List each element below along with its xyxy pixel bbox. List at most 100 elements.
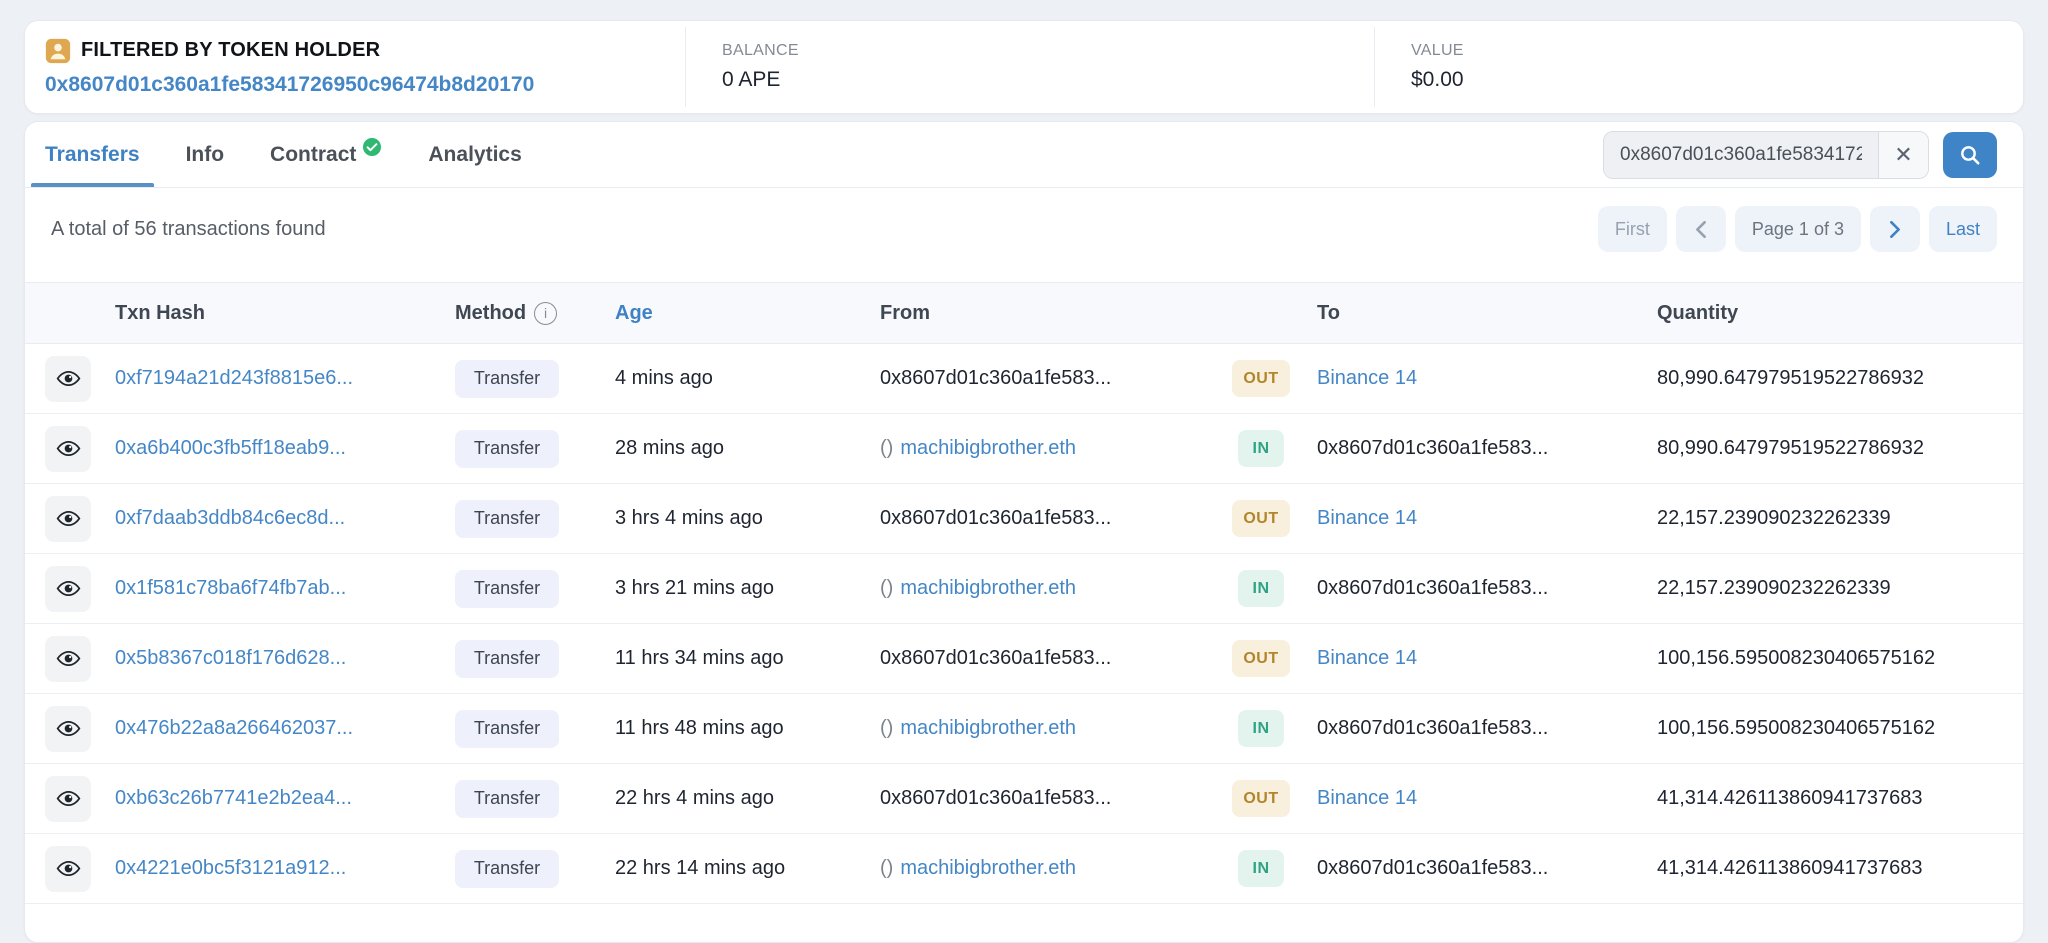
filter-label: FILTERED BY TOKEN HOLDER (81, 39, 380, 62)
from-address-link[interactable]: machibigbrother.eth (900, 577, 1076, 600)
txn-hash-link[interactable]: 0x1f581c78ba6f74fb7ab... (115, 577, 346, 599)
from-cell: () machibigbrother.eth (880, 577, 1205, 600)
eye-preview-button[interactable] (45, 566, 91, 612)
quantity-cell: 41,314.426113860941737683 (1657, 787, 2023, 810)
eye-icon (56, 716, 81, 741)
holder-address-link[interactable]: 0x8607d01c360a1fe58341726950c96474b8d201… (45, 73, 685, 97)
from-cell: 0x8607d01c360a1fe583... (880, 367, 1205, 390)
method-badge: Transfer (455, 640, 559, 678)
to-address-link[interactable]: Binance 14 (1317, 787, 1417, 809)
quantity-cell: 41,314.426113860941737683 (1657, 857, 2023, 880)
tab-contract[interactable]: Contract (270, 122, 382, 187)
to-cell: Binance 14 (1317, 647, 1657, 670)
method-badge: Transfer (455, 430, 559, 468)
prev-page-button[interactable] (1676, 206, 1726, 252)
page-indicator: Page 1 of 3 (1735, 206, 1861, 252)
txn-hash-link[interactable]: 0xf7194a21d243f8815e6... (115, 367, 353, 389)
chevron-right-icon (1889, 221, 1901, 238)
eye-preview-button[interactable] (45, 776, 91, 822)
filter-search-input[interactable] (1604, 132, 1878, 178)
chevron-left-icon (1695, 221, 1707, 238)
from-address-text: 0x8607d01c360a1fe583... (880, 507, 1111, 530)
to-cell: Binance 14 (1317, 787, 1657, 810)
age-cell: 4 mins ago (615, 367, 880, 390)
to-cell: Binance 14 (1317, 507, 1657, 530)
table-row: 0x1f581c78ba6f74fb7ab... Transfer 3 hrs … (25, 554, 2023, 624)
direction-badge: OUT (1232, 360, 1290, 397)
ens-code-icon: () (880, 577, 893, 600)
to-cell: 0x8607d01c360a1fe583... (1317, 577, 1657, 600)
from-cell: ()machibigbrother.eth (880, 717, 1205, 740)
from-address-text: 0x8607d01c360a1fe583... (880, 367, 1111, 390)
from-address-text: 0x8607d01c360a1fe583... (880, 647, 1111, 670)
eye-preview-button[interactable] (45, 846, 91, 892)
txn-hash-link[interactable]: 0xf7daab3ddb84c6ec8d... (115, 507, 345, 529)
transfers-table: Txn Hash Method i Age From To Quantity (25, 282, 2023, 904)
txn-hash-link[interactable]: 0xb63c26b7741e2b2ea4... (115, 787, 352, 809)
transactions-summary: A total of 56 transactions found (51, 218, 326, 241)
eye-icon (56, 506, 81, 531)
age-cell: 11 hrs 34 mins ago (615, 647, 880, 670)
filter-holder-section: FILTERED BY TOKEN HOLDER 0x8607d01c360a1… (25, 21, 685, 113)
tab-bar: Transfers Info Contract Analytics (25, 122, 2023, 188)
eye-icon (56, 646, 81, 671)
eye-icon (56, 786, 81, 811)
info-row: A total of 56 transactions found First P… (25, 188, 2023, 282)
table-row: 0xf7daab3ddb84c6ec8d... Transfer 3 hrs 4… (25, 484, 2023, 554)
header-method-label: Method (455, 302, 526, 325)
from-cell: ()machibigbrother.eth (880, 437, 1205, 460)
txn-hash-link[interactable]: 0x4221e0bc5f3121a912... (115, 857, 346, 879)
eye-preview-button[interactable] (45, 356, 91, 402)
method-badge: Transfer (455, 570, 559, 608)
search-button[interactable] (1943, 132, 1997, 178)
txn-hash-link[interactable]: 0x476b22a8a266462037... (115, 717, 353, 739)
to-address-link[interactable]: Binance 14 (1317, 647, 1417, 669)
first-page-button[interactable]: First (1598, 206, 1667, 252)
main-card: Transfers Info Contract Analytics (24, 121, 2024, 943)
last-page-button[interactable]: Last (1929, 206, 1997, 252)
from-address-link[interactable]: machibigbrother.eth (900, 857, 1076, 880)
to-cell: 0x8607d01c360a1fe583... (1317, 437, 1657, 460)
tab-analytics[interactable]: Analytics (428, 122, 521, 187)
age-cell: 22 hrs 4 mins ago (615, 787, 880, 810)
table-row: 0x476b22a8a266462037... Transfer 11 hrs … (25, 694, 2023, 764)
from-address-link[interactable]: machibigbrother.eth (900, 437, 1076, 460)
eye-preview-button[interactable] (45, 706, 91, 752)
txn-hash-link[interactable]: 0xa6b400c3fb5ff18eab9... (115, 437, 346, 459)
method-info-icon[interactable]: i (534, 302, 557, 325)
tab-transfers[interactable]: Transfers (45, 122, 140, 187)
direction-badge: IN (1238, 430, 1284, 467)
ens-code-icon: () (880, 857, 893, 880)
eye-preview-button[interactable] (45, 636, 91, 682)
value-label: VALUE (1411, 42, 2023, 60)
token-holder-icon (45, 38, 71, 64)
quantity-cell: 80,990.647979519522786932 (1657, 437, 2023, 460)
filter-bar: FILTERED BY TOKEN HOLDER 0x8607d01c360a1… (24, 20, 2024, 114)
tab-label: Info (186, 143, 224, 167)
eye-preview-button[interactable] (45, 426, 91, 472)
tab-label: Contract (270, 143, 356, 167)
tab-info[interactable]: Info (186, 122, 224, 187)
to-cell: 0x8607d01c360a1fe583... (1317, 857, 1657, 880)
from-address-link[interactable]: machibigbrother.eth (900, 717, 1076, 740)
method-badge: Transfer (455, 850, 559, 888)
eye-icon (56, 856, 81, 881)
to-address-link[interactable]: Binance 14 (1317, 507, 1417, 529)
clear-filter-button[interactable]: ✕ (1878, 132, 1928, 178)
from-cell: 0x8607d01c360a1fe583... (880, 507, 1205, 530)
method-badge: Transfer (455, 360, 559, 398)
direction-badge: IN (1238, 850, 1284, 887)
direction-badge: OUT (1232, 780, 1290, 817)
next-page-button[interactable] (1870, 206, 1920, 252)
txn-hash-link[interactable]: 0x5b8367c018f176d628... (115, 647, 346, 669)
eye-icon (56, 576, 81, 601)
age-cell: 3 hrs 21 mins ago (615, 577, 880, 600)
quantity-cell: 100,156.595008230406575162 (1657, 647, 2023, 670)
to-cell: 0x8607d01c360a1fe583... (1317, 717, 1657, 740)
eye-preview-button[interactable] (45, 496, 91, 542)
to-address-text: 0x8607d01c360a1fe583... (1317, 437, 1548, 459)
age-header-link[interactable]: Age (615, 302, 653, 324)
to-cell: Binance 14 (1317, 367, 1657, 390)
to-address-link[interactable]: Binance 14 (1317, 367, 1417, 389)
from-cell: 0x8607d01c360a1fe583... (880, 787, 1205, 810)
